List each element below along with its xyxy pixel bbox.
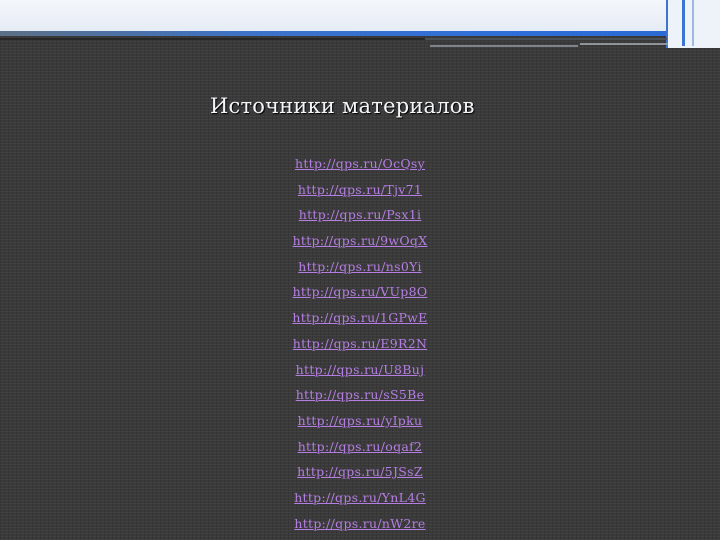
slide-title: Источники материалов: [210, 94, 475, 118]
divider-line: [425, 38, 667, 40]
source-link[interactable]: http://qps.ru/U8Buj: [296, 362, 425, 377]
source-links-list: http://qps.ru/OcQsy http://qps.ru/Tjv71 …: [220, 150, 500, 535]
corner-decoration: [666, 0, 720, 48]
source-link[interactable]: http://qps.ru/VUp8O: [293, 284, 428, 299]
list-item: http://qps.ru/oqaf2: [220, 433, 500, 459]
list-item: http://qps.ru/9wOqX: [220, 227, 500, 253]
source-link[interactable]: http://qps.ru/5JSsZ: [297, 464, 423, 479]
list-item: http://qps.ru/U8Buj: [220, 356, 500, 382]
list-item: http://qps.ru/VUp8O: [220, 278, 500, 304]
divider-line: [430, 45, 578, 47]
list-item: http://qps.ru/Tjv71: [220, 176, 500, 202]
source-link[interactable]: http://qps.ru/oqaf2: [298, 439, 423, 454]
list-item: http://qps.ru/sS5Be: [220, 381, 500, 407]
source-link[interactable]: http://qps.ru/E9R2N: [293, 336, 427, 351]
accent-bar: [0, 31, 720, 36]
list-item: http://qps.ru/1GPwE: [220, 304, 500, 330]
source-link[interactable]: http://qps.ru/sS5Be: [296, 387, 425, 402]
list-item: http://qps.ru/ns0Yi: [220, 253, 500, 279]
list-item: http://qps.ru/E9R2N: [220, 330, 500, 356]
source-link[interactable]: http://qps.ru/YnL4G: [294, 490, 426, 505]
list-item: http://qps.ru/5JSsZ: [220, 458, 500, 484]
source-link[interactable]: http://qps.ru/nW2re: [294, 516, 425, 531]
source-link[interactable]: http://qps.ru/1GPwE: [292, 310, 427, 325]
list-item: http://qps.ru/nW2re: [220, 510, 500, 536]
header-band: [0, 0, 720, 34]
divider-line: [580, 43, 668, 45]
source-link[interactable]: http://qps.ru/9wOqX: [293, 233, 428, 248]
list-item: http://qps.ru/YnL4G: [220, 484, 500, 510]
list-item: http://qps.ru/yIpku: [220, 407, 500, 433]
source-link[interactable]: http://qps.ru/Tjv71: [298, 182, 422, 197]
source-link[interactable]: http://qps.ru/Psx1i: [299, 207, 422, 222]
list-item: http://qps.ru/OcQsy: [220, 150, 500, 176]
source-link[interactable]: http://qps.ru/OcQsy: [295, 156, 425, 171]
source-link[interactable]: http://qps.ru/yIpku: [298, 413, 423, 428]
list-item: http://qps.ru/Psx1i: [220, 201, 500, 227]
divider-line: [0, 38, 425, 40]
source-link[interactable]: http://qps.ru/ns0Yi: [298, 259, 422, 274]
